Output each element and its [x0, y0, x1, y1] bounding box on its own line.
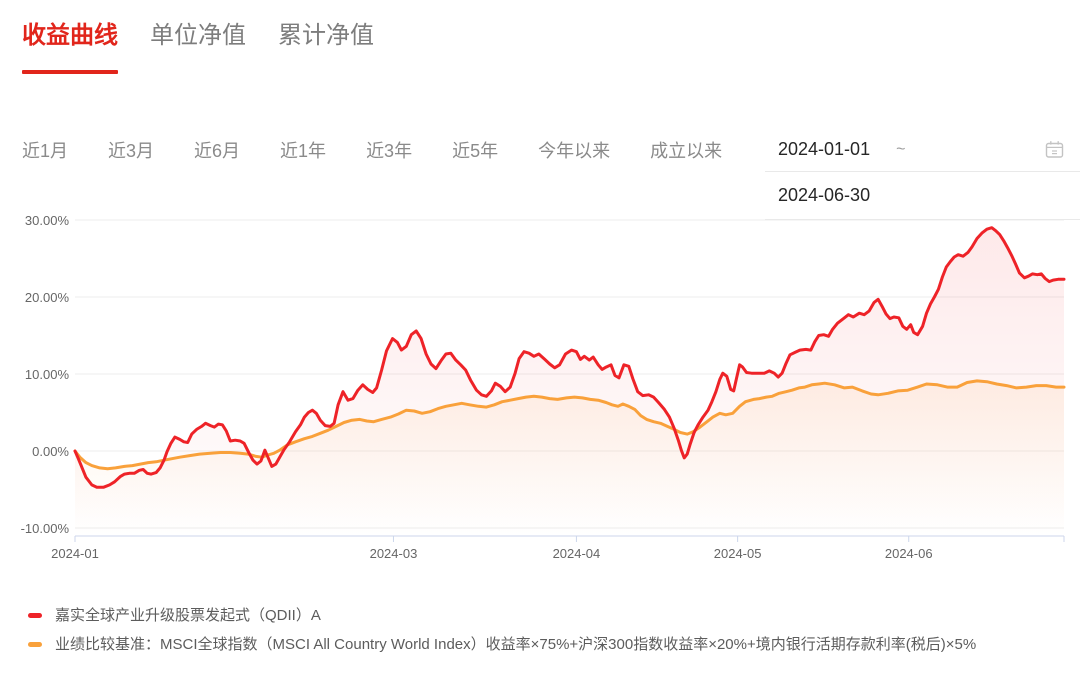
filter-5year[interactable]: 近5年 — [452, 137, 498, 163]
fund-series-label: 嘉实全球产业升级股票发起式（QDII）A — [55, 607, 321, 624]
start-date-field[interactable]: 2024-01-01 — [778, 139, 870, 160]
svg-text:2024-01: 2024-01 — [51, 546, 99, 561]
start-date-row: 2024-01-01 ~ — [765, 128, 1080, 172]
tab-unit-nav-label: 单位净值 — [150, 22, 246, 49]
svg-text:30.00%: 30.00% — [25, 213, 70, 228]
filter-since-inception[interactable]: 成立以来 — [650, 137, 722, 163]
tab-cumulative-nav[interactable]: 累计净值 — [278, 22, 374, 82]
date-range-picker: 2024-01-01 ~ 2024-06-30 — [765, 128, 1080, 220]
svg-text:20.00%: 20.00% — [25, 290, 70, 305]
svg-text:2024-06: 2024-06 — [885, 546, 933, 561]
filter-1month[interactable]: 近1月 — [22, 137, 68, 163]
legend-item-benchmark[interactable]: 业绩比较基准：MSCI全球指数（MSCI All Country World I… — [28, 632, 1052, 658]
tab-bar: 收益曲线 单位净值 累计净值 — [22, 22, 374, 82]
end-date-row: 2024-06-30 — [765, 172, 1080, 220]
filter-6month[interactable]: 近6月 — [194, 137, 240, 163]
time-range-filter: 近1月 近3月 近6月 近1年 近3年 近5年 今年以来 成立以来 — [22, 137, 722, 163]
tab-yield-curve[interactable]: 收益曲线 — [22, 22, 118, 82]
filter-3year[interactable]: 近3年 — [366, 137, 412, 163]
fund-performance-panel: 30.00% 20.00% 10.00% 0.00% -10.00% 2024-01 202… — [0, 0, 1080, 698]
active-tab-underline — [22, 70, 118, 74]
legend-item-fund[interactable]: 嘉实全球产业升级股票发起式（QDII）A — [28, 603, 1052, 629]
performance-chart[interactable]: 30.00% 20.00% 10.00% 0.00% -10.00% 2024-01 202… — [0, 0, 1080, 698]
svg-text:2024-04: 2024-04 — [553, 546, 601, 561]
tab-cumulative-nav-label: 累计净值 — [278, 22, 374, 49]
filter-1year[interactable]: 近1年 — [280, 137, 326, 163]
filter-ytd[interactable]: 今年以来 — [538, 137, 610, 163]
svg-text:0.00%: 0.00% — [32, 444, 69, 459]
end-date-field[interactable]: 2024-06-30 — [778, 185, 870, 206]
calendar-icon[interactable] — [1045, 140, 1064, 159]
date-range-separator: ~ — [896, 140, 906, 158]
svg-text:10.00%: 10.00% — [25, 367, 70, 382]
svg-text:2024-03: 2024-03 — [370, 546, 418, 561]
chart-legend: 嘉实全球产业升级股票发起式（QDII）A 业绩比较基准：MSCI全球指数（MSC… — [28, 603, 1052, 661]
svg-text:2024-05: 2024-05 — [714, 546, 762, 561]
tab-yield-curve-label: 收益曲线 — [22, 22, 118, 49]
benchmark-series-swatch — [28, 642, 42, 647]
tab-unit-nav[interactable]: 单位净值 — [150, 22, 246, 82]
fund-series-swatch — [28, 613, 42, 618]
benchmark-series-label: 业绩比较基准：MSCI全球指数（MSCI All Country World I… — [55, 636, 977, 653]
svg-text:-10.00%: -10.00% — [21, 521, 70, 536]
filter-3month[interactable]: 近3月 — [108, 137, 154, 163]
